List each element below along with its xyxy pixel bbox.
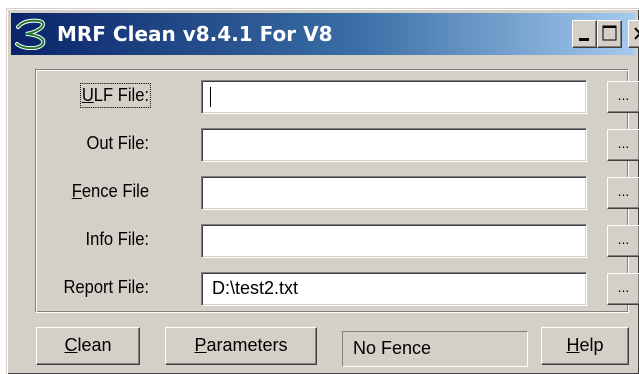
out-file-input[interactable] [201,128,587,162]
fence-file-label: Fence File [71,181,149,201]
ulf-file-label: ULF File: [79,83,151,108]
maximize-button[interactable] [597,20,622,48]
mrf-logo-icon[interactable] [15,18,49,51]
ulf-file-input[interactable] [201,80,587,114]
mrf-clean-window: MRF Clean v8.4.1 For V8 ULF File: ... Ou… [6,8,639,374]
fence-status: No Fence [342,331,528,367]
report-file-label: Report File: [63,277,149,297]
maximize-icon [602,25,617,41]
help-button[interactable]: Help [541,327,629,365]
report-file-input[interactable]: D:\test2.txt [201,272,587,306]
minimize-button[interactable] [572,20,597,48]
window-title: MRF Clean v8.4.1 For V8 [57,22,333,46]
title-bar[interactable]: MRF Clean v8.4.1 For V8 [11,13,639,55]
parameters-button[interactable]: Parameters [165,327,317,365]
close-icon [634,27,639,40]
close-button[interactable] [628,20,639,48]
report-file-browse-button[interactable]: ... [607,273,639,305]
fence-file-input[interactable] [201,176,587,210]
out-file-browse-button[interactable]: ... [607,129,639,161]
info-file-label: Info File: [85,229,149,249]
info-file-input[interactable] [201,224,587,258]
minimize-icon [579,38,589,41]
ulf-file-browse-button[interactable]: ... [607,81,639,113]
clean-button[interactable]: Clean [36,327,140,365]
text-caret [210,87,211,108]
out-file-label: Out File: [86,133,149,153]
file-options-group: ULF File: ... Out File: ... Fence File .… [35,69,639,313]
fence-file-browse-button[interactable]: ... [607,177,639,209]
info-file-browse-button[interactable]: ... [607,225,639,257]
